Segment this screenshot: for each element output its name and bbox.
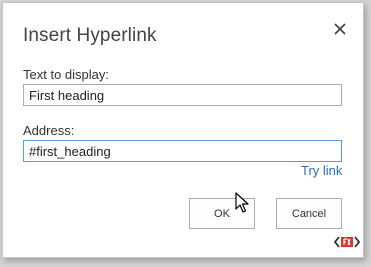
dialog-title: Insert Hyperlink [23, 25, 157, 46]
address-label: Address: [23, 123, 75, 138]
address-input[interactable] [23, 140, 342, 162]
extension-badge-icon [333, 235, 361, 254]
text-to-display-label: Text to display: [23, 67, 109, 82]
text-to-display-input[interactable] [23, 84, 342, 106]
cancel-button[interactable]: Cancel [276, 198, 342, 229]
try-link[interactable]: Try link [301, 163, 342, 178]
close-icon[interactable] [332, 21, 348, 37]
mouse-pointer-icon [235, 192, 249, 219]
insert-hyperlink-dialog: Insert Hyperlink Text to display: Addres… [2, 2, 364, 258]
